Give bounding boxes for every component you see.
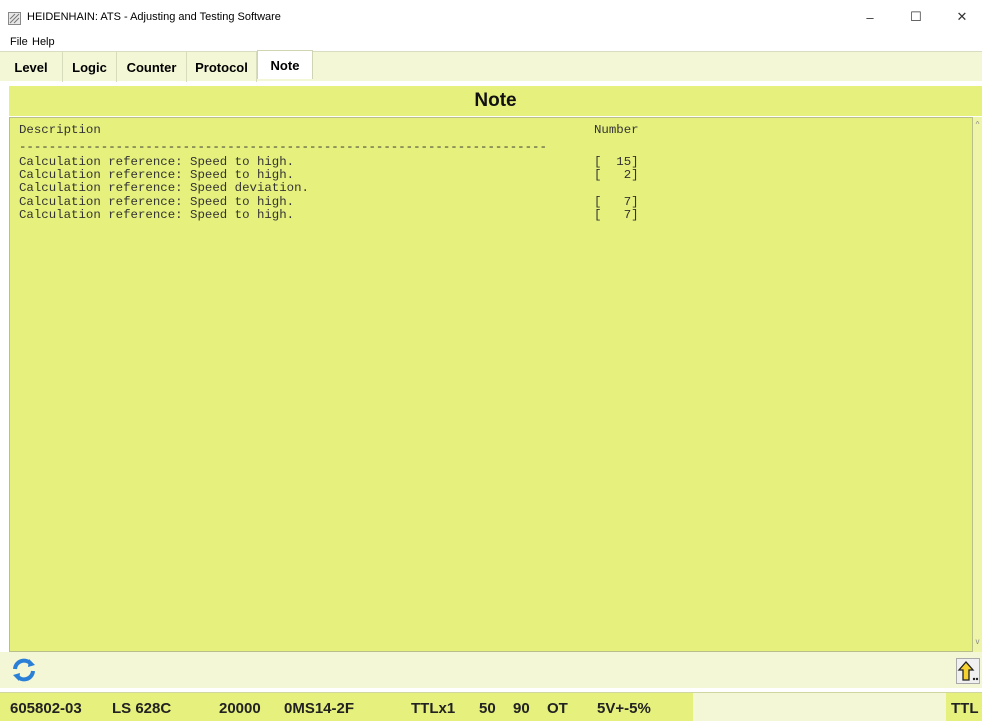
up-arrow-icon[interactable] (956, 658, 980, 684)
refresh-icon[interactable] (10, 656, 38, 684)
table-row: Calculation reference: Speed deviation. (10, 182, 710, 194)
maximize-button[interactable]: ☐ (893, 0, 939, 34)
page-header: Note (9, 86, 982, 116)
menu-file[interactable]: File (10, 36, 28, 48)
title-bar: HEIDENHAIN: ATS - Adjusting and Testing … (0, 0, 982, 34)
table-row: Calculation reference: Speed to high. [ … (10, 209, 710, 221)
row-number: [ 7] (594, 195, 639, 209)
status-right: TTL (951, 700, 979, 717)
row-description: Calculation reference: Speed to high. (19, 168, 295, 182)
menu-help[interactable]: Help (32, 36, 55, 48)
status-count: 20000 (219, 700, 261, 717)
row-description: Calculation reference: Speed deviation. (19, 181, 309, 195)
close-button[interactable]: ✕ (939, 0, 982, 34)
row-description: Calculation reference: Speed to high. (19, 195, 295, 209)
tab-strip: Level Logic Counter Protocol Note (0, 50, 982, 82)
app-icon (8, 12, 21, 25)
row-number: [ 15] (594, 155, 639, 169)
status-voltage: 5V+-5% (597, 700, 651, 717)
header-separator: ----------------------------------------… (19, 140, 547, 154)
tab-note[interactable]: Note (257, 50, 313, 79)
status-interface: TTLx1 (411, 700, 456, 717)
tab-counter[interactable]: Counter (117, 52, 187, 82)
table-row: Calculation reference: Speed to high. [ … (10, 196, 710, 208)
vertical-scrollbar[interactable]: ^ v (973, 117, 982, 652)
bottom-toolbar (0, 652, 982, 688)
row-description: Calculation reference: Speed to high. (19, 208, 295, 222)
menu-bar: File Help (0, 34, 982, 51)
window-title: HEIDENHAIN: ATS - Adjusting and Testing … (27, 11, 281, 23)
table-row: Calculation reference: Speed to high. [ … (10, 169, 710, 181)
column-header-number: Number (594, 123, 639, 137)
tab-level[interactable]: Level (0, 52, 63, 82)
status-bar: 605802-03 LS 628C 20000 0MS14-2F TTLx1 5… (0, 692, 982, 721)
tab-protocol[interactable]: Protocol (187, 52, 257, 82)
status-id: 605802-03 (10, 700, 82, 717)
status-code: 0MS14-2F (284, 700, 355, 717)
note-panel: Description Number ---------------------… (9, 117, 973, 652)
column-header-description: Description (19, 123, 101, 137)
row-number: [ 2] (594, 168, 639, 182)
scroll-up-icon[interactable]: ^ (973, 120, 982, 129)
tab-logic[interactable]: Logic (63, 52, 117, 82)
status-model: LS 628C (112, 700, 172, 717)
page-title: Note (474, 90, 517, 111)
table-row: Calculation reference: Speed to high. [ … (10, 156, 710, 168)
status-value-3: OT (547, 700, 568, 717)
status-value-1: 50 (479, 700, 496, 717)
status-value-2: 90 (513, 700, 530, 717)
status-empty-field (693, 693, 946, 721)
row-number: [ 7] (594, 208, 639, 222)
row-description: Calculation reference: Speed to high. (19, 155, 295, 169)
minimize-button[interactable]: – (847, 0, 893, 34)
scroll-down-icon[interactable]: v (973, 637, 982, 646)
